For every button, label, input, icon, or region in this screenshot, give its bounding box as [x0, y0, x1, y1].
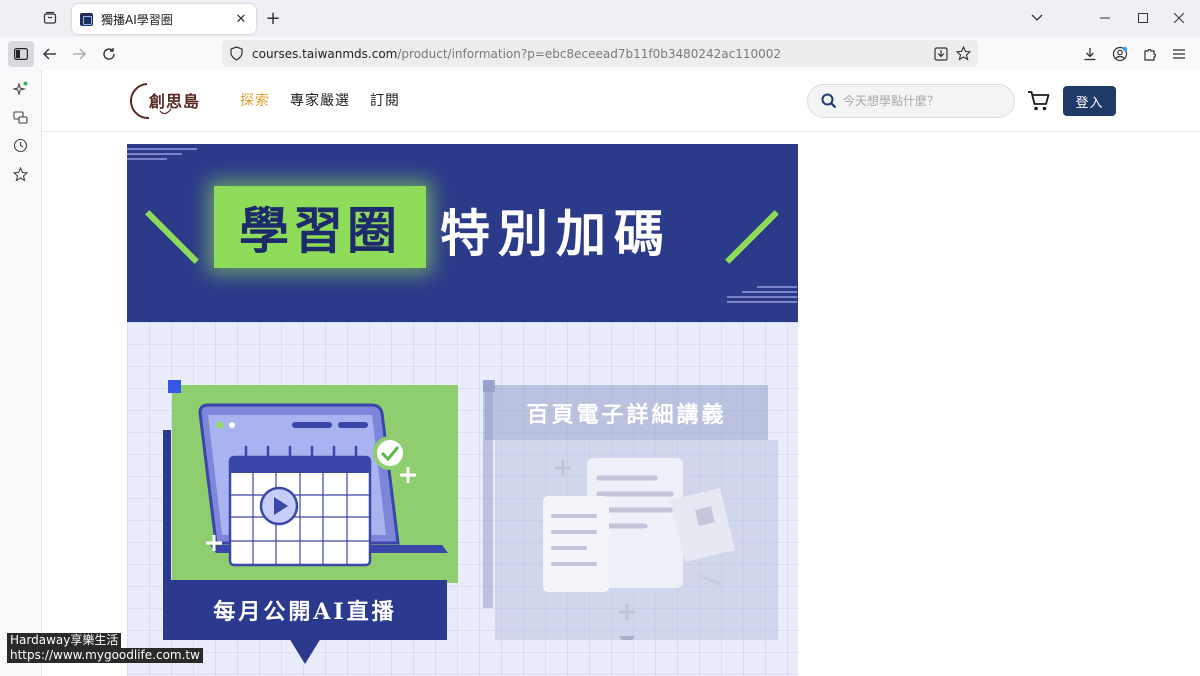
logo-text: 創思島 — [149, 92, 201, 111]
new-tab-button[interactable]: + — [262, 7, 284, 29]
tab-list-button[interactable] — [38, 6, 62, 30]
address-bar[interactable]: courses.taiwanmds.com/product/informatio… — [222, 40, 978, 67]
shopping-cart-icon — [1028, 91, 1050, 111]
green-slash-left — [145, 210, 199, 264]
sidebar-icon — [14, 48, 28, 60]
headline-rest: 特別加碼 — [440, 204, 672, 263]
decorative-square — [168, 380, 181, 393]
sparkle-icon — [12, 81, 28, 96]
headline-highlight-word: 學習圈 — [214, 186, 426, 268]
search-input[interactable] — [843, 94, 1003, 108]
puzzle-icon — [1144, 48, 1157, 61]
search-icon[interactable] — [821, 93, 837, 109]
download-icon — [1084, 48, 1096, 61]
nav-item-explore[interactable]: 探索 — [240, 90, 270, 110]
promo-banner: 學習圈 特別加碼 每月公開AI直播 百頁電子詳細講義 — [127, 144, 798, 676]
sidebar-toggle-button[interactable] — [8, 41, 34, 67]
tracking-shield-icon[interactable] — [228, 46, 244, 62]
maximize-button[interactable] — [1132, 7, 1154, 29]
main-nav: 探索 專家嚴選 訂閱 — [240, 90, 400, 110]
watermark: Hardaway享樂生活 https://www.mygoodlife.com.… — [7, 633, 203, 663]
url-text[interactable]: courses.taiwanmds.com/product/informatio… — [252, 47, 930, 61]
login-button[interactable]: 登入 — [1063, 86, 1116, 116]
banner-features-area: 每月公開AI直播 百頁電子詳細講義 — [127, 322, 798, 676]
extensions-button[interactable] — [1137, 41, 1163, 67]
watermark-line-1: Hardaway享樂生活 — [7, 633, 122, 648]
url-host: courses.taiwanmds.com — [252, 46, 398, 61]
account-icon — [1112, 46, 1128, 62]
tab-list-icon — [43, 11, 57, 24]
back-button[interactable] — [37, 41, 63, 67]
tab-overflow-chevron-icon[interactable] — [1026, 7, 1048, 29]
feature-card-ebook — [495, 440, 778, 648]
back-arrow-icon — [43, 48, 56, 60]
bookmark-star-icon[interactable] — [952, 43, 974, 65]
synced-tabs-icon — [12, 110, 28, 124]
star-icon — [12, 166, 28, 182]
feature-card-live-stream — [172, 385, 458, 583]
browser-titlebar: 獨播AI學習圈 ✕ + — [0, 0, 1200, 37]
browser-toolbar: courses.taiwanmds.com/product/informatio… — [0, 37, 1200, 70]
live-stream-caption: 每月公開AI直播 — [163, 580, 447, 640]
tab-title: 獨播AI學習圈 — [101, 12, 173, 27]
forward-arrow-icon — [73, 48, 86, 60]
nav-item-expert-picks[interactable]: 專家嚴選 — [290, 90, 350, 110]
synced-tabs-button[interactable] — [9, 106, 31, 128]
clock-icon — [13, 138, 27, 152]
watermark-line-2: https://www.mygoodlife.com.tw — [7, 648, 203, 663]
browser-tab-active[interactable]: 獨播AI學習圈 ✕ — [72, 4, 256, 34]
laptop-calendar-illustration — [198, 403, 448, 567]
decorative-lines — [127, 148, 197, 162]
hamburger-menu-icon — [1173, 49, 1185, 59]
site-logo[interactable]: 創思島 — [127, 81, 207, 121]
url-path: /product/information?p=ebc8eceead7b11f0b… — [397, 46, 782, 61]
account-button[interactable] — [1107, 41, 1133, 67]
reload-icon — [103, 48, 115, 60]
web-page-content: 創思島 探索 專家嚴選 訂閱 登入 學習圈 特別加碼 — [43, 70, 1200, 676]
bookmarks-button[interactable] — [9, 163, 31, 185]
forward-button[interactable] — [66, 41, 92, 67]
banner-headline-area: 學習圈 特別加碼 — [127, 144, 798, 322]
minimize-button[interactable] — [1094, 7, 1116, 29]
tab-close-icon[interactable]: ✕ — [232, 10, 250, 28]
green-slash-right — [725, 210, 779, 264]
app-menu-button[interactable] — [1166, 41, 1192, 67]
close-window-button[interactable] — [1168, 7, 1190, 29]
cart-button[interactable] — [1027, 90, 1051, 112]
history-button[interactable] — [9, 134, 31, 156]
ebook-caption: 百頁電子詳細講義 — [485, 385, 768, 440]
save-to-device-icon[interactable] — [930, 43, 952, 65]
reload-button[interactable] — [96, 41, 122, 67]
downloads-button[interactable] — [1077, 41, 1103, 67]
nav-item-subscribe[interactable]: 訂閱 — [370, 90, 400, 110]
caption-pointer — [289, 638, 321, 664]
documents-illustration — [543, 458, 739, 648]
site-header: 創思島 探索 專家嚴選 訂閱 登入 — [43, 70, 1200, 132]
site-search — [807, 84, 1015, 118]
decorative-lines — [727, 286, 797, 303]
site-favicon-icon — [80, 12, 93, 26]
browser-vertical-sidebar — [0, 70, 42, 676]
ai-chatbot-button[interactable] — [9, 78, 31, 100]
